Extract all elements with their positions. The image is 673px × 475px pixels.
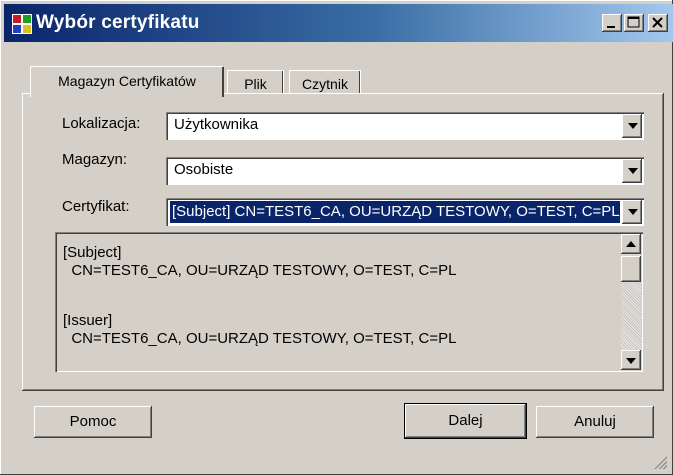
store-dropdown-button[interactable] [622, 159, 642, 183]
help-button[interactable]: Pomoc [34, 406, 152, 438]
close-icon [652, 17, 663, 28]
location-select[interactable]: Użytkownika [166, 112, 644, 140]
tab-certificate-store[interactable]: Magazyn Certyfikatów [30, 66, 224, 97]
window-icon [12, 14, 32, 34]
details-line: CN=TEST6_CA, OU=URZĄD TESTOWY, O=TEST, C… [63, 262, 457, 279]
scroll-up-button[interactable] [621, 234, 641, 254]
certificate-dialog: Wybór certyfikatu Magazyn Certyfikatów P… [0, 0, 673, 475]
location-label: Lokalizacja: [62, 115, 141, 132]
minimize-icon [607, 26, 615, 28]
chevron-down-icon [628, 209, 638, 215]
scroll-down-button[interactable] [621, 350, 641, 370]
scroll-thumb[interactable] [621, 256, 641, 282]
cancel-button[interactable]: Anuluj [536, 406, 654, 438]
certificate-details-textbox[interactable]: [Subject] CN=TEST6_CA, OU=URZĄD TESTOWY,… [55, 232, 643, 372]
details-line: [Subject] [63, 244, 122, 261]
minimize-button[interactable] [602, 14, 622, 32]
title-bar[interactable]: Wybór certyfikatu [4, 4, 673, 42]
location-value: Użytkownika [174, 116, 259, 133]
resize-grip-icon[interactable] [653, 455, 667, 469]
details-line: CN=TEST6_CA, OU=URZĄD TESTOWY, O=TEST, C… [63, 330, 457, 347]
certificate-dropdown-button[interactable] [622, 200, 642, 224]
chevron-down-icon [628, 123, 638, 129]
store-select[interactable]: Osobiste [166, 157, 644, 185]
chevron-down-icon [628, 168, 638, 174]
details-scrollbar[interactable] [621, 234, 641, 370]
store-label: Magazyn: [62, 151, 128, 168]
arrow-down-icon [626, 358, 636, 364]
certificate-select[interactable]: [Subject] CN=TEST6_CA, OU=URZĄD TESTOWY,… [166, 198, 644, 226]
certificate-value: [Subject] CN=TEST6_CA, OU=URZĄD TESTOWY,… [170, 201, 620, 223]
maximize-button[interactable] [624, 14, 644, 32]
maximize-icon [627, 16, 640, 28]
details-line: [Issuer] [63, 312, 113, 329]
location-dropdown-button[interactable] [622, 114, 642, 138]
close-button[interactable] [648, 14, 668, 32]
next-button[interactable]: Dalej [405, 404, 526, 438]
window-title: Wybór certyfikatu [36, 12, 200, 33]
store-value: Osobiste [174, 161, 234, 178]
arrow-up-icon [626, 241, 636, 247]
certificate-label: Certyfikat: [62, 198, 130, 215]
